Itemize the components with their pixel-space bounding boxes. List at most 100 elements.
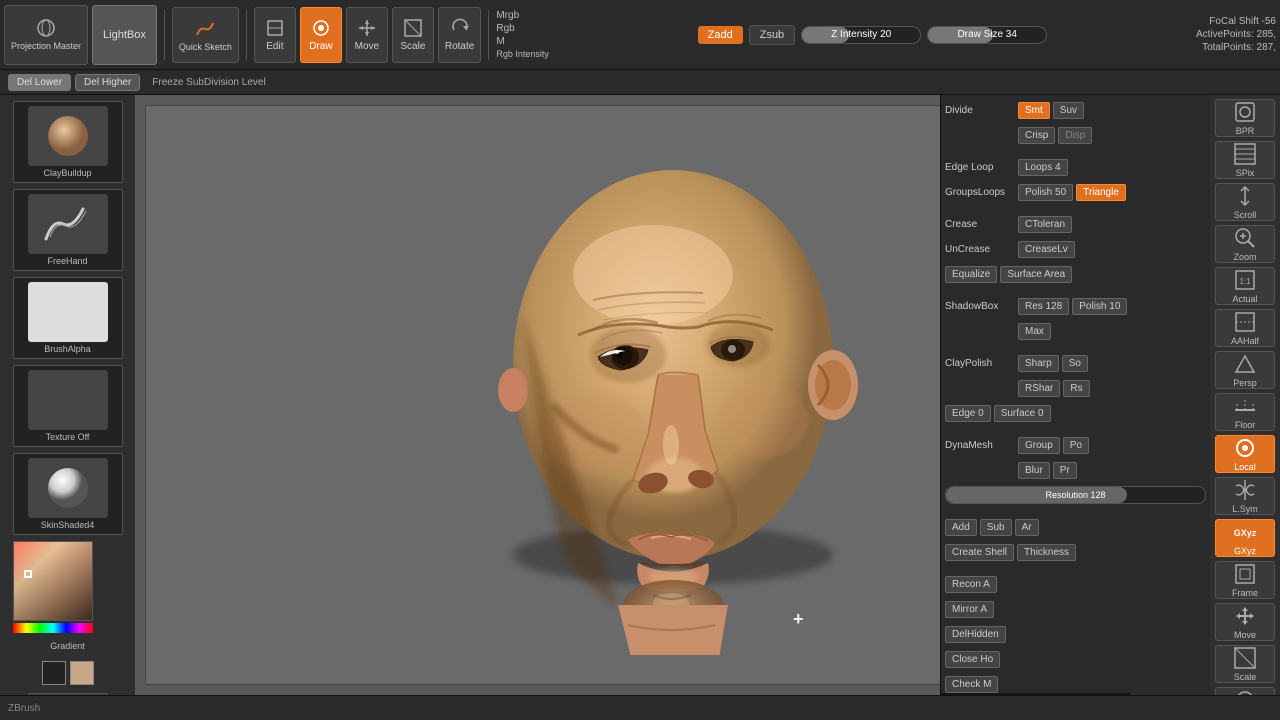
edge-loop-label: Edge Loop: [945, 162, 1015, 173]
resolution-slider[interactable]: Resolution 128: [945, 486, 1206, 504]
zadd-button[interactable]: Zadd: [698, 26, 743, 44]
recon-button[interactable]: Recon A: [945, 576, 997, 593]
frame-button[interactable]: Frame: [1215, 561, 1275, 599]
freehand-brush[interactable]: FreeHand: [13, 189, 123, 271]
rt-scale-label: Scale: [1234, 672, 1257, 682]
create-shell-button[interactable]: Create Shell: [945, 544, 1014, 561]
edit-label: Edit: [266, 41, 283, 52]
so-button[interactable]: So: [1062, 355, 1088, 372]
delhidden-button[interactable]: DelHidden: [945, 626, 1006, 643]
local-button[interactable]: Local: [1215, 435, 1275, 473]
projection-master-button[interactable]: Projection Master: [4, 5, 88, 65]
polish-10-button[interactable]: Polish 10: [1072, 298, 1127, 315]
rshar-button[interactable]: RShar: [1018, 380, 1060, 397]
loops-button[interactable]: Loops 4: [1018, 159, 1068, 176]
po-button[interactable]: Po: [1063, 437, 1089, 454]
move-button[interactable]: Move: [346, 7, 388, 63]
quick-sketch-button[interactable]: Quick Sketch: [172, 7, 239, 63]
blur-button[interactable]: Blur: [1018, 462, 1050, 479]
secondary-color-swatch[interactable]: [70, 661, 94, 685]
res-128-button[interactable]: Res 128: [1018, 298, 1069, 315]
ar-button[interactable]: Ar: [1015, 519, 1039, 536]
rgb-label[interactable]: Rgb: [496, 23, 549, 34]
resolution-value: Resolution 128: [1045, 490, 1105, 500]
aahalf-button[interactable]: AAHalf: [1215, 309, 1275, 347]
del-higher-button[interactable]: Del Higher: [75, 74, 140, 91]
persp-button[interactable]: Persp: [1215, 351, 1275, 389]
hue-bar[interactable]: [13, 623, 93, 633]
quick-sketch-label: Quick Sketch: [179, 42, 232, 52]
divide-smt-button[interactable]: Smt: [1018, 102, 1050, 119]
divide-disp-button[interactable]: Disp: [1058, 127, 1092, 144]
resolution-row: Resolution 128: [945, 484, 1206, 506]
sharp-button[interactable]: Sharp: [1018, 355, 1059, 372]
scroll-label: Scroll: [1234, 210, 1257, 220]
divide-suv-button[interactable]: Suv: [1053, 102, 1084, 119]
aahalf-label: AAHalf: [1231, 336, 1259, 346]
zsub-button[interactable]: Zsub: [749, 25, 795, 45]
skin-shaded-4[interactable]: SkinShaded4: [13, 453, 123, 535]
brush-alpha[interactable]: BrushAlpha: [13, 277, 123, 359]
spix-button[interactable]: SPix: [1215, 141, 1275, 179]
rs-button[interactable]: Rs: [1063, 380, 1089, 397]
move-label: Move: [355, 41, 379, 52]
draw-size-value: Draw Size 34: [957, 29, 1016, 40]
rgb-intensity-label: Rgb Intensity: [496, 49, 549, 59]
rt-rotate-button[interactable]: Rotate: [1215, 687, 1275, 695]
texture-off[interactable]: Texture Off: [13, 365, 123, 447]
lsym-button[interactable]: L.Sym: [1215, 477, 1275, 515]
group-button[interactable]: Group: [1018, 437, 1060, 454]
divide-crisp-button[interactable]: Crisp: [1018, 127, 1055, 144]
polish-50-button[interactable]: Polish 50: [1018, 184, 1073, 201]
delhidden-row: DelHidden: [945, 623, 1206, 645]
bottom-status: ZBrush: [8, 703, 40, 714]
shadowbox-label: ShadowBox: [945, 301, 1015, 312]
bpr-button[interactable]: BPR: [1215, 99, 1275, 137]
rt-scale-button[interactable]: Scale: [1215, 645, 1275, 683]
draw-size-slider[interactable]: Draw Size 34: [927, 26, 1047, 44]
edge-0-button[interactable]: Edge 0: [945, 405, 991, 422]
mirror-a-button[interactable]: Mirror A: [945, 601, 994, 618]
check-m-button[interactable]: Check M: [945, 676, 998, 693]
pr-button[interactable]: Pr: [1053, 462, 1077, 479]
ctolerance-button[interactable]: CToleran: [1018, 216, 1072, 233]
m-label[interactable]: M: [496, 36, 549, 47]
center-controls: Zadd Zsub Z Intensity 20 Draw Size 34: [553, 25, 1192, 45]
scroll-button[interactable]: Scroll: [1215, 183, 1275, 221]
edit-button[interactable]: Edit: [254, 7, 296, 63]
actual-button[interactable]: 1:1 Actual: [1215, 267, 1275, 305]
del-lower-button[interactable]: Del Lower: [8, 74, 71, 91]
surface-0-button[interactable]: Surface 0: [994, 405, 1051, 422]
gradient-label: Gradient: [50, 641, 85, 651]
z-intensity-slider[interactable]: Z Intensity 20: [801, 26, 921, 44]
add-button[interactable]: Add: [945, 519, 977, 536]
rotate-icon: [449, 17, 471, 39]
thickness-button[interactable]: Thickness: [1017, 544, 1076, 561]
floor-button[interactable]: Floor: [1215, 393, 1275, 431]
equalize-button[interactable]: Equalize: [945, 266, 997, 283]
gxyz-button[interactable]: GXyz GXyz: [1215, 519, 1275, 557]
separator-1: [164, 10, 165, 60]
close-ho-button[interactable]: Close Ho: [945, 651, 1000, 668]
scale-button[interactable]: Scale: [392, 7, 434, 63]
draw-label: Draw: [309, 41, 332, 52]
max-button[interactable]: Max: [1018, 323, 1051, 340]
crease-lv-button[interactable]: CreaseLv: [1018, 241, 1075, 258]
brush-alpha-preview: [28, 282, 108, 342]
lightbox-label: LightBox: [103, 29, 146, 41]
primary-color-swatch[interactable]: [42, 661, 66, 685]
rt-move-button[interactable]: Move: [1215, 603, 1275, 641]
surface-area-button[interactable]: Surface Area: [1000, 266, 1072, 283]
color-picker[interactable]: [13, 541, 123, 633]
zoom-button[interactable]: Zoom: [1215, 225, 1275, 263]
triangle-button[interactable]: Triangle: [1076, 184, 1126, 201]
mrgb-label[interactable]: Mrgb: [496, 10, 549, 21]
edit-icon: [264, 17, 286, 39]
brush-alpha-label: BrushAlpha: [44, 344, 91, 354]
shadowbox-max-row: Max: [945, 320, 1206, 342]
sub-button[interactable]: Sub: [980, 519, 1012, 536]
rotate-button[interactable]: Rotate: [438, 7, 481, 63]
draw-button[interactable]: Draw: [300, 7, 342, 63]
lightbox-button[interactable]: LightBox: [92, 5, 157, 65]
clay-buildup-brush[interactable]: ClayBuildup: [13, 101, 123, 183]
